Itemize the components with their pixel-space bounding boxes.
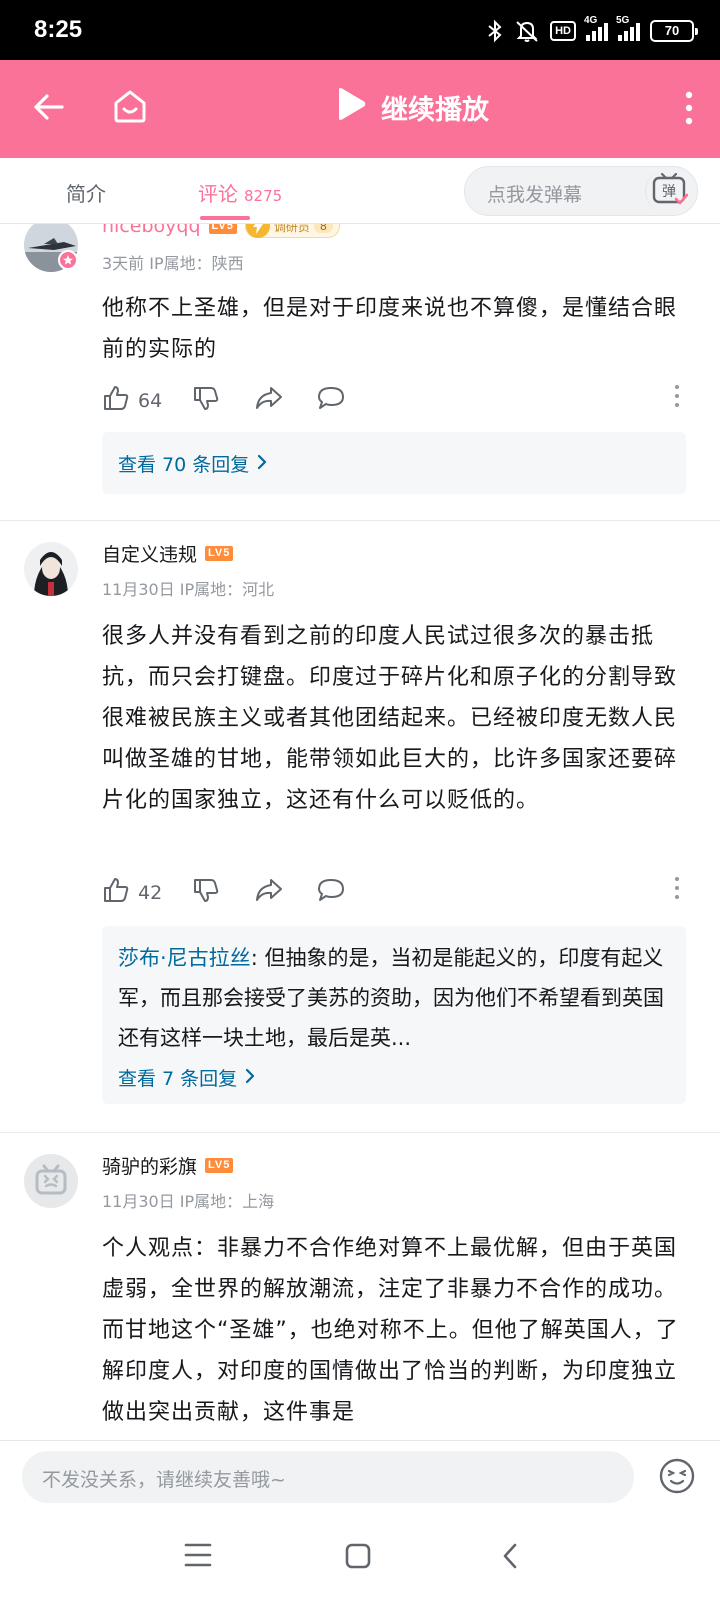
comment-username[interactable]: 自定义违规 LV5 [102,540,234,567]
username-text: 骑驴的彩旗 [102,1156,198,1178]
dislike-button[interactable] [192,384,220,417]
home-icon[interactable] [110,86,150,130]
badge-level: 8 [313,224,333,233]
tab-comments[interactable]: 评论 8275 [198,178,282,207]
danmaku-toggle-button[interactable]: 弹 [645,170,693,212]
status-icons: HD 4G 5G 70 [486,15,698,44]
share-button[interactable] [254,384,284,417]
avatar[interactable] [24,1154,78,1208]
chat-bubble-icon [316,384,346,417]
back-chevron-icon[interactable] [500,1542,520,1574]
svg-text:弹: 弹 [662,184,676,200]
tab-bar: 简介 评论 8275 点我发弹幕 弹 [0,158,720,224]
more-vertical-icon[interactable] [684,90,694,130]
thumbs-up-icon [102,384,130,417]
comment-input-placeholder: 不发没关系，请继续友善哦~ [42,1469,286,1491]
comment-menu-icon[interactable] [674,384,680,408]
chevron-right-icon [257,453,267,475]
back-arrow-icon[interactable] [32,90,66,128]
signal-icon: 4G [584,15,608,41]
active-tab-indicator [200,216,250,220]
like-button[interactable]: 42 [102,876,162,909]
share-button[interactable] [254,876,284,909]
comment-text: 个人观点：非暴力不合作绝对算不上最优解，但由于英国虚弱，全世界的解放潮流，注定了… [102,1236,679,1425]
fan-medal-badge[interactable]: 调研员 8 [244,224,340,238]
comment-meta: 3天前 IP属地：陕西 [102,254,244,273]
level-badge: LV5 [205,1158,234,1173]
share-arrow-icon [254,384,284,417]
comment-item: niceboyqq LV5 调研员 8 3天前 IP属地：陕西 他称不上圣雄，但… [0,224,720,520]
comment-meta: 11月30日 IP属地：上海 [102,1192,275,1211]
avatar[interactable] [24,542,78,596]
comment-input-bar: 不发没关系，请继续友善哦~ [0,1440,720,1512]
danmaku-tv-icon: 弹 [652,172,688,209]
play-icon [335,86,367,129]
bluetooth-icon [486,19,504,43]
reply-button[interactable] [316,384,346,417]
comment-item: 自定义违规 LV5 11月30日 IP属地：河北 很多人并没有看到之前的印度人民… [0,520,720,1132]
comment-input[interactable]: 不发没关系，请继续友善哦~ [22,1451,634,1503]
home-square-icon[interactable] [344,1542,372,1574]
comment-meta: 11月30日 IP属地：河北 [102,580,275,599]
view-replies-link[interactable]: 查看 7 条回复 [118,1064,255,1091]
danmaku-placeholder: 点我发弹幕 [487,184,583,206]
level-badge: LV5 [208,224,237,234]
chat-bubble-icon [316,876,346,909]
comment-text: 很多人并没有看到之前的印度人民试过很多次的暴击抵抗，而只会打键盘。印度过于碎片化… [102,624,678,813]
status-time: 8:25 [34,16,83,43]
menu-lines-icon[interactable] [184,1542,212,1572]
comment-menu-icon[interactable] [674,876,680,900]
danmaku-input[interactable]: 点我发弹幕 弹 [464,166,698,216]
vip-badge-icon [58,250,78,270]
thumbs-up-icon [102,876,130,909]
thumbs-down-icon [192,384,220,417]
dislike-button[interactable] [192,876,220,909]
status-bar: 8:25 HD 4G 5G 70 [0,0,720,60]
battery-icon: 70 [650,20,698,42]
comment-username[interactable]: 骑驴的彩旗 LV5 [102,1152,234,1179]
comment-item: 骑驴的彩旗 LV5 11月30日 IP属地：上海 个人观点：非暴力不合作绝对算不… [0,1132,720,1440]
level-badge: LV5 [205,546,234,561]
like-button[interactable]: 64 [102,384,162,417]
comment-username[interactable]: niceboyqq LV5 调研员 8 [102,224,340,238]
reply-author[interactable]: 莎布·尼古拉丝 [118,946,251,970]
hd-indicator: HD [550,21,576,41]
system-nav-bar [0,1512,720,1600]
comment-text: 他称不上圣雄，但是对于印度来说也不算傻，是懂结合眼前的实际的 [102,296,678,362]
reply-preview-box[interactable]: 莎布·尼古拉丝: 但抽象的是，当初是能起义的，印度有起义军，而且那会接受了美苏的… [102,926,686,1104]
reply-button[interactable] [316,876,346,909]
lightning-icon [245,224,270,238]
thumbs-down-icon [192,876,220,909]
continue-play-label: 继续播放 [381,95,489,126]
view-replies-link[interactable]: 查看 70 条回复 [118,450,267,477]
mute-icon [514,19,540,43]
username-text: 自定义违规 [102,544,198,566]
tab-comments-label: 评论 [198,182,238,206]
share-arrow-icon [254,876,284,909]
view-replies-text: 查看 70 条回复 [118,454,250,476]
video-header-bar: 继续播放 [0,60,720,158]
username-text: niceboyqq [102,224,201,237]
continue-play-button[interactable]: 继续播放 [335,86,489,129]
comment-list[interactable]: niceboyqq LV5 调研员 8 3天前 IP属地：陕西 他称不上圣雄，但… [0,224,720,1440]
comment-actions: 42 [102,876,692,908]
like-count: 64 [138,389,163,412]
reply-preview-box[interactable]: 查看 70 条回复 [102,432,686,494]
emoji-icon[interactable] [658,1457,696,1499]
comment-actions: 64 [102,384,692,416]
like-count: 42 [138,881,163,904]
tab-intro[interactable]: 简介 [66,178,106,207]
signal-icon-2: 5G [616,15,640,41]
chevron-right-icon [245,1067,255,1089]
tab-comments-count: 8275 [244,187,283,205]
view-replies-text: 查看 7 条回复 [118,1068,238,1090]
badge-label: 调研员 [273,224,310,234]
reply-preview: 莎布·尼古拉丝: 但抽象的是，当初是能起义的，印度有起义军，而且那会接受了美苏的… [118,938,670,1058]
